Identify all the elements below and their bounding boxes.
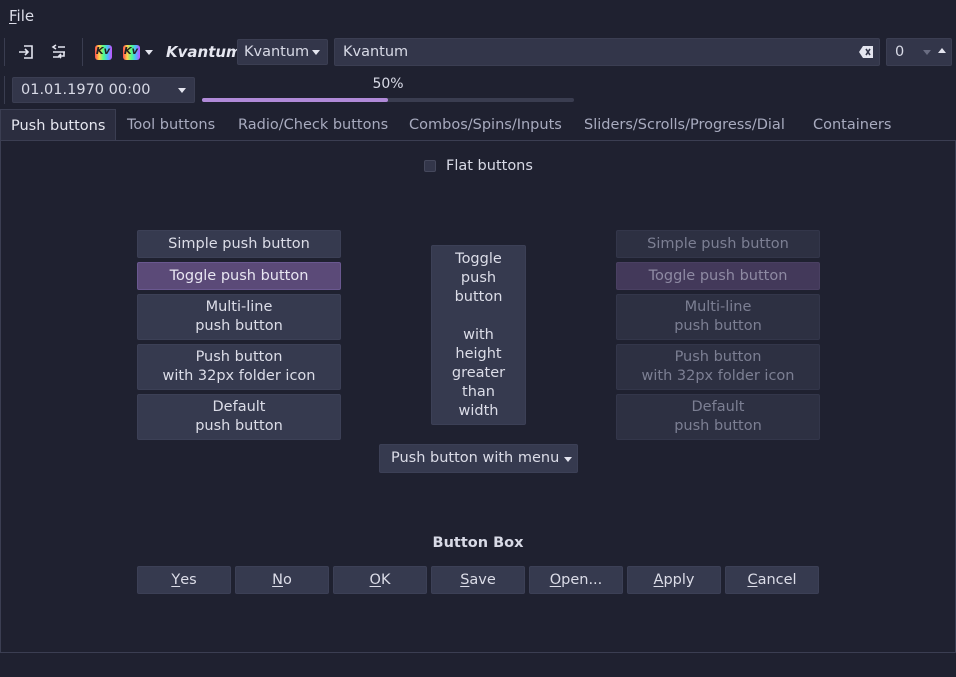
clear-icon[interactable]: [858, 45, 874, 63]
ok-button[interactable]: OK: [333, 566, 427, 594]
spin-value: 0: [895, 44, 905, 60]
datetime-edit[interactable]: 01.01.1970 00:00: [12, 77, 195, 103]
checkbox-box: [424, 160, 436, 172]
tab-containers[interactable]: Containers: [803, 109, 901, 141]
style-combo-value: Kvantum: [244, 44, 310, 60]
toggle-push-button-disabled: Toggle push button: [616, 262, 820, 290]
toolbar-separator: [82, 38, 83, 66]
kvantum-icon[interactable]: Kv: [89, 39, 117, 65]
menu-button-label: Push button with menu: [391, 450, 560, 466]
wrap-text-icon[interactable]: [45, 39, 73, 65]
default-push-button-disabled: Default push button: [616, 394, 820, 440]
save-button[interactable]: Save: [431, 566, 525, 594]
spin-box[interactable]: 0: [886, 38, 952, 66]
menu-bar: File: [0, 0, 956, 34]
toggle-push-button[interactable]: Toggle push button: [137, 262, 341, 290]
tab-tool-buttons[interactable]: Tool buttons: [117, 109, 225, 141]
toolbar-handle: [4, 76, 5, 104]
tab-sliders-scrolls[interactable]: Sliders/Scrolls/Progress/Dial: [574, 109, 795, 141]
open-button[interactable]: Open...: [529, 566, 623, 594]
tab-bar: Push buttons Tool buttons Radio/Check bu…: [0, 109, 956, 141]
folder-icon-push-button-disabled: Push button with 32px folder icon: [616, 344, 820, 390]
multi-line-push-button-disabled: Multi-line push button: [616, 294, 820, 340]
flat-buttons-label: Flat buttons: [446, 158, 533, 174]
spin-up-icon[interactable]: [938, 48, 946, 53]
push-button-with-menu[interactable]: Push button with menu: [379, 444, 578, 473]
style-combo[interactable]: Kvantum: [237, 39, 328, 65]
toolbar-handle: [4, 38, 5, 66]
tab-panel-push-buttons: Flat buttons Simple push button Toggle p…: [0, 140, 956, 653]
yes-button[interactable]: Yes: [137, 566, 231, 594]
enter-icon[interactable]: [12, 39, 40, 65]
default-push-button[interactable]: Default push button: [137, 394, 341, 440]
simple-push-button-disabled: Simple push button: [616, 230, 820, 258]
progress-bar: [202, 98, 574, 102]
apply-button[interactable]: Apply: [627, 566, 721, 594]
tall-toggle-push-button[interactable]: Toggle push button with height greater t…: [431, 245, 526, 425]
folder-icon-push-button[interactable]: Push button with 32px folder icon: [137, 344, 341, 390]
kvantum-icon: Kv: [122, 44, 140, 60]
multi-line-push-button[interactable]: Multi-line push button: [137, 294, 341, 340]
button-box-title: Button Box: [432, 535, 524, 551]
chevron-down-icon: [178, 88, 186, 93]
tab-combos-spins-inputs[interactable]: Combos/Spins/Inputs: [399, 109, 572, 141]
tab-push-buttons[interactable]: Push buttons: [0, 109, 117, 141]
chevron-down-icon: [564, 457, 572, 462]
kvantum-menu-button[interactable]: Kv: [118, 39, 158, 65]
cancel-button[interactable]: Cancel: [725, 566, 819, 594]
datetime-value: 01.01.1970 00:00: [21, 82, 151, 98]
flat-buttons-checkbox[interactable]: Flat buttons: [424, 158, 533, 174]
no-button[interactable]: No: [235, 566, 329, 594]
kvantum-label: Kvantum: [166, 43, 242, 61]
chevron-down-icon: [312, 50, 320, 55]
simple-push-button[interactable]: Simple push button: [137, 230, 341, 258]
line-edit-value: Kvantum: [343, 44, 409, 60]
chevron-down-icon: [144, 50, 153, 55]
tab-radio-check-buttons[interactable]: Radio/Check buttons: [228, 109, 398, 141]
text-line-edit[interactable]: Kvantum: [334, 38, 880, 66]
spin-down-icon[interactable]: [923, 50, 931, 55]
progress-fill: [202, 98, 388, 102]
progress-text: 50%: [372, 76, 404, 92]
menu-file[interactable]: File: [9, 7, 34, 25]
